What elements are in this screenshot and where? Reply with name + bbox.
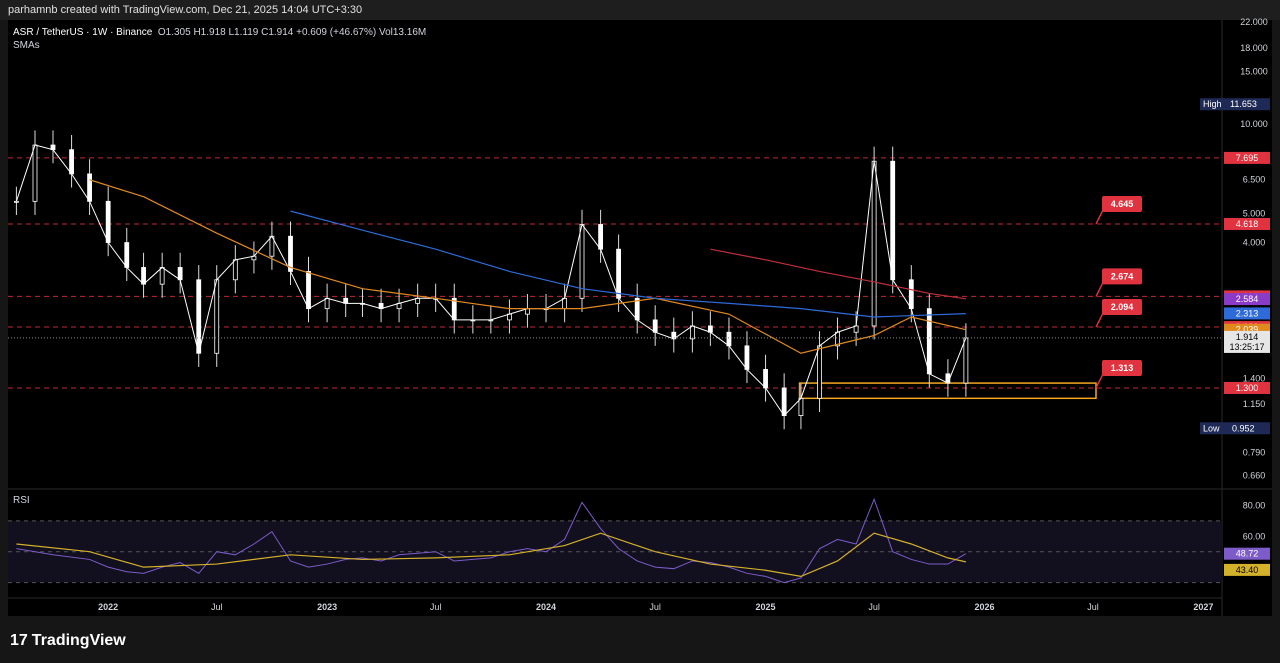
brand-name: TradingView <box>31 632 126 649</box>
callout-label: 2.094 <box>1111 302 1134 312</box>
price-tick-label: 1.400 <box>1243 373 1266 383</box>
candle-body <box>781 387 787 416</box>
price-tick-label: 6.500 <box>1243 175 1266 185</box>
candle-body <box>196 279 202 354</box>
callout-label: 2.674 <box>1111 271 1134 281</box>
candle-body <box>763 369 768 389</box>
time-tick-label: Jul <box>868 602 880 612</box>
candle-body <box>13 200 19 203</box>
price-tick-label: 22.000 <box>1240 17 1268 27</box>
price-tick-label: 0.660 <box>1243 471 1266 481</box>
time-tick-label: 2026 <box>974 602 994 612</box>
candle-body <box>87 173 92 202</box>
high-value: 11.653 <box>1230 99 1257 109</box>
price-tick-label: 5.000 <box>1243 209 1266 219</box>
last-price-label: 1.914 <box>1236 332 1259 342</box>
high-label: High <box>1203 99 1222 109</box>
rsi-tick-label: 60.00 <box>1243 531 1266 541</box>
price-tick-label: 4.000 <box>1243 238 1266 248</box>
candle-body <box>616 248 621 299</box>
time-tick-label: 2024 <box>536 602 556 612</box>
level-price-label: 7.695 <box>1236 153 1259 163</box>
candle-body <box>324 297 330 310</box>
indicator-label[interactable]: SMAs <box>13 39 426 52</box>
candle-body <box>798 397 804 416</box>
candle-body <box>579 224 585 299</box>
sma-price-label: 2.313 <box>1236 308 1259 318</box>
time-tick-label: Jul <box>649 602 661 612</box>
time-tick-label: 2025 <box>756 602 776 612</box>
time-tick-label: 2023 <box>317 602 337 612</box>
time-tick-label: 2022 <box>98 602 118 612</box>
candle-body <box>32 144 38 202</box>
candle-body <box>69 149 74 175</box>
price-tick-label: 18.000 <box>1240 43 1268 53</box>
level-price-label: 4.618 <box>1236 219 1259 229</box>
tradingview-logo-icon: 17 <box>10 632 28 649</box>
candle-body <box>159 267 165 285</box>
ohlc-values: O1.305 H1.918 L1.119 C1.914 +0.609 (+46.… <box>157 27 427 38</box>
time-tick-label: Jul <box>211 602 223 612</box>
rsi-band-fill <box>8 520 1222 583</box>
callout-label: 4.645 <box>1111 199 1134 209</box>
countdown-label: 13:25:17 <box>1229 342 1264 352</box>
symbol-label[interactable]: ASR / TetherUS · 1W · Binance <box>13 27 152 38</box>
callout-label: 1.313 <box>1111 363 1134 373</box>
candle-body <box>306 271 311 310</box>
candle-body <box>214 279 220 354</box>
candle-body <box>926 308 932 375</box>
candle-body <box>562 297 568 310</box>
rsi-value-label: 48.72 <box>1236 549 1259 559</box>
price-tick-label: 0.790 <box>1243 447 1266 457</box>
candle-body <box>598 224 604 250</box>
price-tick-label: 10.000 <box>1240 119 1268 129</box>
tradingview-brand[interactable]: 17 TradingView <box>10 632 126 650</box>
sma-price-label: 2.584 <box>1236 294 1259 304</box>
candle-body <box>890 160 896 281</box>
price-tick-label: 15.000 <box>1240 67 1268 77</box>
low-label: Low <box>1203 423 1220 433</box>
rsi-ma-value-label: 43.40 <box>1236 565 1259 575</box>
chart-canvas[interactable]: 22.000 18.000 15.000 10.000 6.500 5.000 4.000 1… <box>0 0 1280 663</box>
level-price-label: 1.300 <box>1236 383 1259 393</box>
candle-body <box>177 267 183 281</box>
candle-body <box>908 279 914 310</box>
candle-body <box>817 345 822 399</box>
candle-body <box>124 242 130 268</box>
candle-body <box>744 345 750 370</box>
candle-body <box>652 319 658 333</box>
sma-200-line <box>710 248 966 300</box>
time-tick-label: Jul <box>430 602 442 612</box>
time-tick-label: 2027 <box>1193 602 1213 612</box>
price-tick-label: 1.150 <box>1243 399 1266 409</box>
candle-body <box>726 331 732 347</box>
candle-body <box>232 259 238 281</box>
candle-body <box>963 337 969 384</box>
candle-body <box>141 267 146 285</box>
chart-legend: ASR / TetherUS · 1W · Binance O1.305 H1.… <box>13 26 426 52</box>
time-tick-label: Jul <box>1087 602 1099 612</box>
low-value: 0.952 <box>1232 423 1255 433</box>
rsi-pane-label[interactable]: RSI <box>13 495 30 506</box>
rsi-tick-label: 80.00 <box>1243 500 1266 510</box>
sma-100-line <box>290 210 966 318</box>
candle-body <box>871 160 877 327</box>
price-line <box>15 144 967 417</box>
candle-body <box>689 325 695 340</box>
candle-body <box>105 200 111 243</box>
